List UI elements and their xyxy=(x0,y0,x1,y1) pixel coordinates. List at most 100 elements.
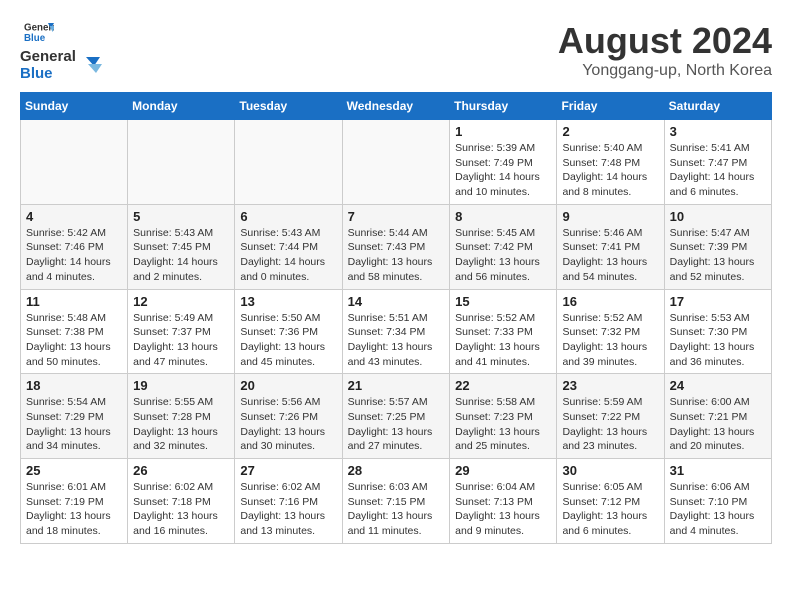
day-number: 19 xyxy=(133,378,229,393)
calendar-cell: 21Sunrise: 5:57 AMSunset: 7:25 PMDayligh… xyxy=(342,374,450,459)
day-number: 10 xyxy=(670,209,766,224)
calendar-cell: 8 Sunrise: 5:45 AMSunset: 7:42 PMDaylight… xyxy=(450,204,557,289)
calendar-cell: 18 Sunrise: 5:54 AMSunset: 7:29 PMDayligh… xyxy=(21,374,128,459)
calendar-cell: 3Sunrise: 5:41 AMSunset: 7:47 PMDaylight… xyxy=(664,120,771,205)
day-info: Sunrise: 5:52 AMSunset: 7:33 PMDaylight:… xyxy=(455,311,551,370)
title-section: August 2024 Yonggang-up, North Korea xyxy=(558,20,772,80)
day-number: 30 xyxy=(562,463,658,478)
day-number: 27 xyxy=(240,463,336,478)
calendar-cell: 2 Sunrise: 5:40 AMSunset: 7:48 PMDaylight… xyxy=(557,120,664,205)
day-number: 18 xyxy=(26,378,122,393)
day-info: Sunrise: 6:04 AMSunset: 7:13 PMDaylight:… xyxy=(455,480,551,539)
day-number: 4 xyxy=(26,209,122,224)
weekday-header-row: SundayMondayTuesdayWednesdayThursdayFrid… xyxy=(21,93,772,120)
day-number: 13 xyxy=(240,294,336,309)
day-number: 6 xyxy=(240,209,336,224)
day-info: Sunrise: 5:45 AMSunset: 7:42 PMDaylight:… xyxy=(455,226,551,285)
calendar-cell: 23Sunrise: 5:59 AMSunset: 7:22 PMDayligh… xyxy=(557,374,664,459)
logo-general: General xyxy=(20,49,76,66)
calendar-cell: 26Sunrise: 6:02 AMSunset: 7:18 PMDayligh… xyxy=(128,459,235,544)
page-header: General Blue General Blue August 2024 Yo… xyxy=(20,20,772,82)
svg-text:Blue: Blue xyxy=(24,33,46,44)
day-info: Sunrise: 5:53 AMSunset: 7:30 PMDaylight:… xyxy=(670,311,766,370)
calendar-cell: 6Sunrise: 5:43 AMSunset: 7:44 PMDaylight… xyxy=(235,204,342,289)
calendar-cell: 22 Sunrise: 5:58 AMSunset: 7:23 PMDayligh… xyxy=(450,374,557,459)
day-info: Sunrise: 5:52 AMSunset: 7:32 PMDaylight:… xyxy=(562,311,658,370)
day-number: 22 xyxy=(455,378,551,393)
day-info: Sunrise: 5:50 AMSunset: 7:36 PMDaylight:… xyxy=(240,311,336,370)
day-number: 9 xyxy=(562,209,658,224)
day-info: Sunrise: 6:02 AMSunset: 7:16 PMDaylight:… xyxy=(240,480,336,539)
day-info: Sunrise: 5:43 AMSunset: 7:45 PMDaylight:… xyxy=(133,226,229,285)
weekday-header-saturday: Saturday xyxy=(664,93,771,120)
day-number: 23 xyxy=(562,378,658,393)
day-number: 2 xyxy=(562,124,658,139)
calendar-cell: 19 Sunrise: 5:55 AMSunset: 7:28 PMDayligh… xyxy=(128,374,235,459)
day-info: Sunrise: 6:01 AMSunset: 7:19 PMDaylight:… xyxy=(26,480,122,539)
day-number: 1 xyxy=(455,124,551,139)
weekday-header-monday: Monday xyxy=(128,93,235,120)
weekday-header-sunday: Sunday xyxy=(21,93,128,120)
calendar-cell: 28 Sunrise: 6:03 AMSunset: 7:15 PMDayligh… xyxy=(342,459,450,544)
calendar-cell: 14 Sunrise: 5:51 AMSunset: 7:34 PMDayligh… xyxy=(342,289,450,374)
day-number: 24 xyxy=(670,378,766,393)
calendar-cell: 5 Sunrise: 5:43 AMSunset: 7:45 PMDaylight… xyxy=(128,204,235,289)
calendar-week-row: 25 Sunrise: 6:01 AMSunset: 7:19 PMDayligh… xyxy=(21,459,772,544)
weekday-header-thursday: Thursday xyxy=(450,93,557,120)
day-number: 16 xyxy=(562,294,658,309)
day-info: Sunrise: 5:39 AMSunset: 7:49 PMDaylight:… xyxy=(455,141,551,200)
calendar-header: SundayMondayTuesdayWednesdayThursdayFrid… xyxy=(21,93,772,120)
month-title: August 2024 xyxy=(558,20,772,62)
logo-arrow-icon xyxy=(80,55,102,77)
calendar-cell: 4 Sunrise: 5:42 AMSunset: 7:46 PMDaylight… xyxy=(21,204,128,289)
calendar-cell: 29 Sunrise: 6:04 AMSunset: 7:13 PMDayligh… xyxy=(450,459,557,544)
day-number: 29 xyxy=(455,463,551,478)
calendar-cell: 10 Sunrise: 5:47 AMSunset: 7:39 PMDayligh… xyxy=(664,204,771,289)
calendar-cell: 17Sunrise: 5:53 AMSunset: 7:30 PMDayligh… xyxy=(664,289,771,374)
day-info: Sunrise: 6:06 AMSunset: 7:10 PMDaylight:… xyxy=(670,480,766,539)
calendar-cell: 30 Sunrise: 6:05 AMSunset: 7:12 PMDayligh… xyxy=(557,459,664,544)
weekday-header-wednesday: Wednesday xyxy=(342,93,450,120)
day-number: 8 xyxy=(455,209,551,224)
day-info: Sunrise: 5:48 AMSunset: 7:38 PMDaylight:… xyxy=(26,311,122,370)
day-info: Sunrise: 5:47 AMSunset: 7:39 PMDaylight:… xyxy=(670,226,766,285)
calendar-cell: 12Sunrise: 5:49 AMSunset: 7:37 PMDayligh… xyxy=(128,289,235,374)
day-number: 25 xyxy=(26,463,122,478)
calendar-cell: 25 Sunrise: 6:01 AMSunset: 7:19 PMDayligh… xyxy=(21,459,128,544)
day-info: Sunrise: 6:05 AMSunset: 7:12 PMDaylight:… xyxy=(562,480,658,539)
calendar-table: SundayMondayTuesdayWednesdayThursdayFrid… xyxy=(20,92,772,544)
calendar-cell: 13 Sunrise: 5:50 AMSunset: 7:36 PMDayligh… xyxy=(235,289,342,374)
calendar-week-row: 11 Sunrise: 5:48 AMSunset: 7:38 PMDayligh… xyxy=(21,289,772,374)
day-info: Sunrise: 5:54 AMSunset: 7:29 PMDaylight:… xyxy=(26,395,122,454)
day-number: 15 xyxy=(455,294,551,309)
day-number: 20 xyxy=(240,378,336,393)
calendar-cell: 31 Sunrise: 6:06 AMSunset: 7:10 PMDayligh… xyxy=(664,459,771,544)
calendar-week-row: 4 Sunrise: 5:42 AMSunset: 7:46 PMDaylight… xyxy=(21,204,772,289)
calendar-cell: 7Sunrise: 5:44 AMSunset: 7:43 PMDaylight… xyxy=(342,204,450,289)
day-info: Sunrise: 5:58 AMSunset: 7:23 PMDaylight:… xyxy=(455,395,551,454)
day-number: 7 xyxy=(348,209,445,224)
day-number: 5 xyxy=(133,209,229,224)
day-info: Sunrise: 6:03 AMSunset: 7:15 PMDaylight:… xyxy=(348,480,445,539)
day-info: Sunrise: 5:55 AMSunset: 7:28 PMDaylight:… xyxy=(133,395,229,454)
weekday-header-tuesday: Tuesday xyxy=(235,93,342,120)
calendar-cell: 9Sunrise: 5:46 AMSunset: 7:41 PMDaylight… xyxy=(557,204,664,289)
day-info: Sunrise: 5:40 AMSunset: 7:48 PMDaylight:… xyxy=(562,141,658,200)
day-info: Sunrise: 5:57 AMSunset: 7:25 PMDaylight:… xyxy=(348,395,445,454)
day-info: Sunrise: 5:42 AMSunset: 7:46 PMDaylight:… xyxy=(26,226,122,285)
calendar-cell: 15 Sunrise: 5:52 AMSunset: 7:33 PMDayligh… xyxy=(450,289,557,374)
day-number: 28 xyxy=(348,463,445,478)
weekday-header-friday: Friday xyxy=(557,93,664,120)
day-number: 14 xyxy=(348,294,445,309)
calendar-cell: 1 Sunrise: 5:39 AMSunset: 7:49 PMDaylight… xyxy=(450,120,557,205)
location-title: Yonggang-up, North Korea xyxy=(558,62,772,80)
calendar-cell xyxy=(128,120,235,205)
day-info: Sunrise: 5:56 AMSunset: 7:26 PMDaylight:… xyxy=(240,395,336,454)
day-info: Sunrise: 5:51 AMSunset: 7:34 PMDaylight:… xyxy=(348,311,445,370)
day-info: Sunrise: 6:00 AMSunset: 7:21 PMDaylight:… xyxy=(670,395,766,454)
day-info: Sunrise: 6:02 AMSunset: 7:18 PMDaylight:… xyxy=(133,480,229,539)
calendar-cell: 11 Sunrise: 5:48 AMSunset: 7:38 PMDayligh… xyxy=(21,289,128,374)
day-number: 11 xyxy=(26,294,122,309)
calendar-cell xyxy=(342,120,450,205)
day-number: 31 xyxy=(670,463,766,478)
